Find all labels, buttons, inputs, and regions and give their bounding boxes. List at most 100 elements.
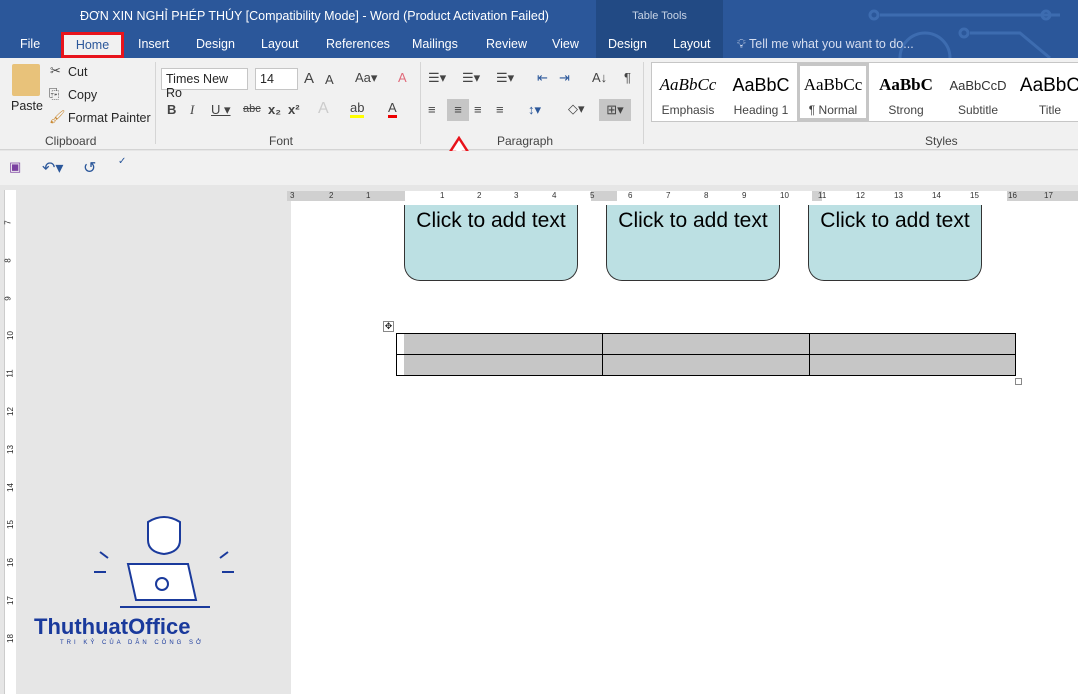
shading-icon[interactable]: ◇▾ <box>568 101 585 117</box>
style-preview: AaBbC <box>879 75 933 94</box>
align-right-icon[interactable]: ≡ <box>474 102 482 117</box>
grow-font-icon[interactable]: A <box>304 70 314 87</box>
lightbulb-icon: 💡︎ <box>737 37 749 51</box>
decrease-indent-icon[interactable]: ⇤ <box>537 70 548 86</box>
style-subtitle[interactable]: AaBbCcD Subtitle <box>942 63 1014 121</box>
horizontal-ruler[interactable]: 3 2 1 1 2 3 4 5 6 7 8 9 10 11 12 13 14 15 16 17 <box>287 191 1078 201</box>
style-strong[interactable]: AaBbC Strong <box>870 63 942 121</box>
borders-icon[interactable]: ⊞▾ <box>599 99 631 121</box>
window-title: ĐƠN XIN NGHỈ PHÉP THÚY [Compatibility Mo… <box>80 9 549 23</box>
vertical-ruler[interactable]: 7 8 9 10 11 12 13 14 15 16 17 18 <box>4 190 16 694</box>
logo-illustration <box>94 516 234 608</box>
line-spacing-icon[interactable]: ↕▾ <box>528 102 541 118</box>
font-name-combo[interactable]: Times New Ro <box>161 68 248 100</box>
ruler-tick-label: 4 <box>552 191 557 200</box>
align-left-icon[interactable]: ≡ <box>428 102 436 117</box>
ruler-tick-label: 1 <box>366 191 371 200</box>
bold-icon[interactable]: B <box>167 102 176 117</box>
tab-home[interactable]: Home <box>61 32 124 58</box>
tab-layout[interactable]: Layout <box>261 37 299 51</box>
subscript-icon[interactable]: x₂ <box>268 102 281 117</box>
tell-me-search[interactable]: 💡︎ Tell me what you want to do... <box>737 37 914 52</box>
font-color-icon[interactable]: A <box>388 100 397 118</box>
ruler-tick-label: 12 <box>5 407 15 416</box>
show-marks-icon[interactable]: ¶ <box>624 70 631 85</box>
style-name: Subtitle <box>957 103 999 117</box>
ruler-tick-label: 1 <box>440 191 445 200</box>
table-resize-handle[interactable] <box>1015 378 1022 385</box>
table-cell[interactable] <box>602 333 810 355</box>
clear-formatting-icon[interactable]: A <box>398 70 407 85</box>
underline-icon[interactable]: U ▾ <box>211 102 231 118</box>
copy-button[interactable]: Copy <box>68 88 97 102</box>
table-cell[interactable] <box>396 354 603 376</box>
clipboard-group-label: Clipboard <box>45 134 97 148</box>
paste-icon[interactable] <box>12 64 40 96</box>
ruler-tick-label: 2 <box>477 191 482 200</box>
styles-group-label: Styles <box>925 134 958 148</box>
scissors-icon: ✂ <box>50 63 61 78</box>
table-cell[interactable] <box>809 333 1016 355</box>
redo-icon[interactable]: ↺ <box>83 158 96 178</box>
document-page[interactable]: Click to add text Click to add text Clic… <box>291 201 1078 694</box>
style-name: Emphasis <box>661 103 715 117</box>
ruler-tick-label: 7 <box>3 220 13 225</box>
text-shape-2[interactable]: Click to add text <box>606 205 780 281</box>
tab-references[interactable]: References <box>326 37 390 51</box>
styles-gallery: AaBbCc Emphasis AaBbC Heading 1 AaBbCc ¶ No… <box>651 62 1078 122</box>
save-icon[interactable]: ▣ <box>9 159 21 175</box>
italic-icon[interactable]: I <box>190 102 194 118</box>
tab-table-layout[interactable]: Layout <box>673 37 711 51</box>
align-center-icon[interactable]: ≡ <box>447 99 469 121</box>
multilevel-list-icon[interactable]: ☰▾ <box>496 70 514 86</box>
table-cell[interactable] <box>396 333 603 355</box>
strikethrough-icon[interactable]: abc <box>243 103 261 115</box>
change-case-icon[interactable]: Aa▾ <box>355 70 377 86</box>
format-painter-button[interactable]: Format Painter <box>68 111 151 125</box>
paste-button[interactable]: Paste <box>11 99 43 113</box>
text-effects-icon[interactable]: A <box>318 100 329 118</box>
ruler-tick-label: 6 <box>628 191 633 200</box>
tab-view[interactable]: View <box>552 37 579 51</box>
text-shape-1[interactable]: Click to add text <box>404 205 578 281</box>
style-emphasis[interactable]: AaBbCc Emphasis <box>652 63 724 121</box>
ruler-tick-label: 8 <box>3 258 13 263</box>
style-normal[interactable]: AaBbCc ¶ Normal <box>797 63 869 121</box>
ruler-tick-label: 8 <box>704 191 709 200</box>
style-title[interactable]: AaBbC Title <box>1014 63 1078 121</box>
table[interactable] <box>396 333 1016 376</box>
ruler-tick-label: 10 <box>780 191 789 200</box>
text-shape-3[interactable]: Click to add text <box>808 205 982 281</box>
style-name: Title <box>1038 103 1062 117</box>
style-name: Heading 1 <box>733 103 789 117</box>
ruler-tick-label: 15 <box>5 520 15 530</box>
tab-insert[interactable]: Insert <box>138 37 169 51</box>
spelling-icon[interactable]: ✓ <box>118 156 126 167</box>
shrink-font-icon[interactable]: A <box>325 72 334 87</box>
ruler-tick-label: 16 <box>5 558 15 568</box>
quick-access-toolbar: ▣ ↶▾ ↺ ✓ <box>0 151 1078 185</box>
superscript-icon[interactable]: x² <box>288 102 300 117</box>
table-move-handle-icon[interactable]: ✥ <box>383 321 394 332</box>
highlight-icon[interactable]: ab <box>350 100 365 118</box>
increase-indent-icon[interactable]: ⇥ <box>559 70 570 86</box>
tab-table-design[interactable]: Design <box>608 37 647 51</box>
tab-file[interactable]: File <box>20 37 40 51</box>
font-size-combo[interactable]: 14 <box>255 68 298 90</box>
table-row <box>396 354 1016 376</box>
tab-design[interactable]: Design <box>196 37 235 51</box>
numbering-icon[interactable]: ☰▾ <box>462 70 480 86</box>
bullets-icon[interactable]: ☰▾ <box>428 70 446 86</box>
sort-icon[interactable]: A↓ <box>592 70 607 85</box>
cut-button[interactable]: Cut <box>68 65 87 79</box>
table-cell[interactable] <box>809 354 1016 376</box>
justify-icon[interactable]: ≡ <box>496 102 504 117</box>
undo-icon[interactable]: ↶▾ <box>42 158 63 178</box>
ruler-tick-label: 3 <box>514 191 519 200</box>
tab-review[interactable]: Review <box>486 37 527 51</box>
style-heading-1[interactable]: AaBbC Heading 1 <box>725 63 797 121</box>
table-cell[interactable] <box>602 354 810 376</box>
ruler-tick-label: 14 <box>932 191 941 200</box>
style-name: ¶ Normal <box>808 103 858 117</box>
tab-mailings[interactable]: Mailings <box>412 37 458 51</box>
